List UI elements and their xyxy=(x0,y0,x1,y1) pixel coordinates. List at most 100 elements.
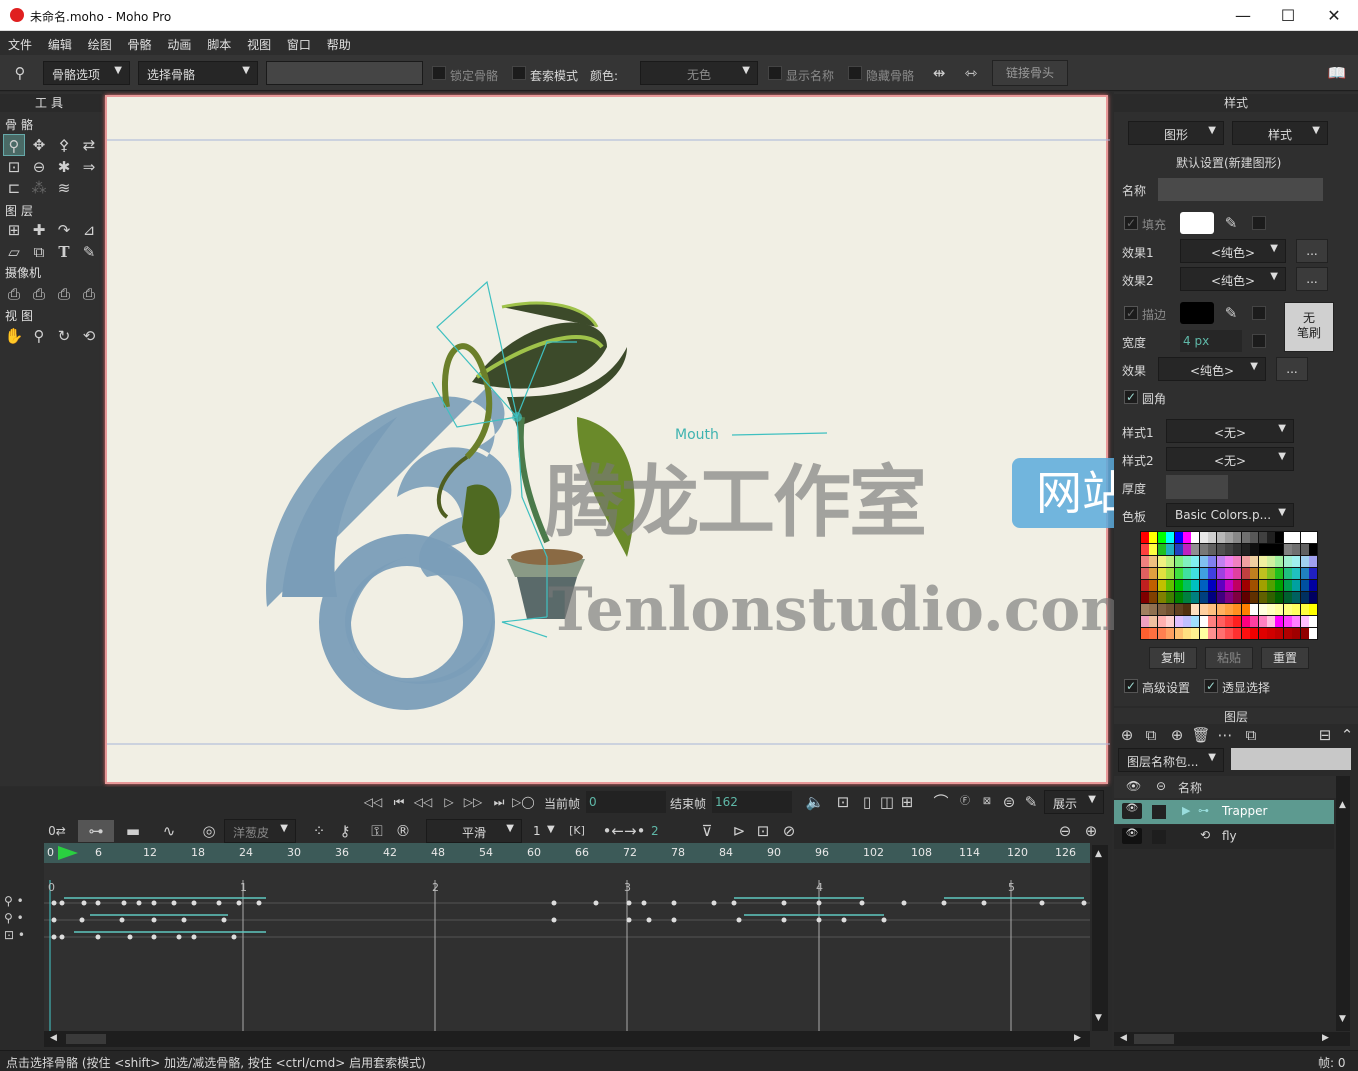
menu-bone[interactable]: 骨骼 xyxy=(128,31,152,53)
track-camera-tool-icon[interactable]: ⎙ xyxy=(3,283,25,305)
palette-swatch[interactable] xyxy=(1283,604,1292,615)
palette-swatch[interactable] xyxy=(1241,580,1250,591)
scale-layer-tool-icon[interactable]: ⊿ xyxy=(78,219,100,241)
expand-arrow-icon[interactable]: ▶ xyxy=(1182,804,1190,817)
current-frame-field[interactable]: 0 xyxy=(586,791,666,813)
manipulate-bones-tool-icon[interactable]: ⊖ xyxy=(28,156,50,178)
palette-swatch[interactable] xyxy=(1258,628,1267,639)
close-button[interactable]: ✕ xyxy=(1319,6,1349,25)
palette-swatch[interactable] xyxy=(1225,556,1233,567)
loop-icon[interactable]: ▷◯ xyxy=(512,791,535,813)
palette-swatch[interactable] xyxy=(1208,628,1217,639)
palette-swatch[interactable] xyxy=(1174,532,1183,543)
palette-swatch[interactable] xyxy=(1208,616,1217,627)
curve-icon[interactable]: ⌒ xyxy=(930,791,952,813)
palette-swatch[interactable] xyxy=(1267,628,1275,639)
palette-swatch[interactable] xyxy=(1141,592,1149,603)
bone-wind-tool-icon[interactable]: ≋ xyxy=(53,177,75,199)
mask-icon[interactable]: ⊜ xyxy=(998,791,1020,813)
palette-swatch[interactable] xyxy=(1183,532,1191,543)
palette-swatch[interactable] xyxy=(1275,544,1284,555)
palette-swatch[interactable] xyxy=(1183,616,1191,627)
palette-swatch[interactable] xyxy=(1174,604,1183,615)
palette-swatch[interactable] xyxy=(1208,532,1217,543)
fx-box-icon[interactable]: ⊠ xyxy=(976,791,998,813)
palette-swatch[interactable] xyxy=(1141,616,1149,627)
palette-swatch[interactable] xyxy=(1267,556,1275,567)
palette-swatch[interactable] xyxy=(1174,616,1183,627)
sequencer-icon[interactable]: 0⇄ xyxy=(46,820,68,842)
zoom-camera-tool-icon[interactable]: ⎙ xyxy=(28,283,50,305)
palette-swatch[interactable] xyxy=(1208,556,1217,567)
palette-swatch[interactable] xyxy=(1283,556,1292,567)
palette-swatch[interactable] xyxy=(1309,568,1317,579)
palette-swatch[interactable] xyxy=(1258,556,1267,567)
palette-swatch[interactable] xyxy=(1216,580,1225,591)
palette-swatch[interactable] xyxy=(1216,592,1225,603)
palette-swatch[interactable] xyxy=(1283,628,1292,639)
zoom-in-timeline-icon[interactable]: ⊕ xyxy=(1080,820,1102,842)
palette-swatch[interactable] xyxy=(1199,604,1208,615)
palette-swatch[interactable] xyxy=(1183,556,1191,567)
add-bone-tool-icon[interactable]: ⚴ xyxy=(53,134,75,156)
scroll-thumb[interactable] xyxy=(1134,1034,1174,1044)
flip-horizontal-icon[interactable]: ⇹ xyxy=(928,62,950,84)
palette-swatch[interactable] xyxy=(1309,616,1317,627)
interpolation-dropdown[interactable]: 平滑 ▼ xyxy=(426,819,522,843)
palette-swatch[interactable] xyxy=(1216,568,1225,579)
palette-swatch[interactable] xyxy=(1149,580,1158,591)
palette-swatch[interactable] xyxy=(1199,592,1208,603)
palette-swatch[interactable] xyxy=(1191,616,1200,627)
palette-swatch[interactable] xyxy=(1141,604,1149,615)
palette-swatch[interactable] xyxy=(1157,604,1166,615)
key-icon[interactable]: ⚿ xyxy=(366,820,388,842)
sequencer-view-icon[interactable]: ▬ xyxy=(118,820,148,842)
filter-icon[interactable]: ⊽ xyxy=(696,820,718,842)
effect1-dropdown[interactable]: <纯色> ▼ xyxy=(1180,239,1286,263)
palette-swatch[interactable] xyxy=(1174,556,1183,567)
fx-circle-icon[interactable]: Ⓕ xyxy=(954,791,976,813)
timeline-scroll-right[interactable]: ▶ xyxy=(1074,1033,1081,1043)
palette-swatch[interactable] xyxy=(1166,604,1175,615)
palette-swatch[interactable] xyxy=(1141,544,1149,555)
palette-swatch[interactable] xyxy=(1199,544,1208,555)
palette-swatch[interactable] xyxy=(1292,568,1301,579)
palette-swatch[interactable] xyxy=(1250,544,1259,555)
width-extra-checkbox[interactable] xyxy=(1252,334,1266,348)
palette-swatch[interactable] xyxy=(1300,556,1309,567)
show-names-checkbox[interactable] xyxy=(768,66,782,80)
palette-swatch[interactable] xyxy=(1258,544,1267,555)
hand-tool-icon[interactable]: ✋ xyxy=(3,325,25,347)
audio-icon[interactable]: 🔈 xyxy=(804,791,826,813)
palette-swatch[interactable] xyxy=(1241,616,1250,627)
step-back-icon[interactable]: ◁◁ xyxy=(412,791,434,813)
duplicate-layer-icon[interactable]: ⧉ xyxy=(1140,724,1162,746)
palette-swatch[interactable] xyxy=(1267,592,1275,603)
scroll-left-arrow[interactable]: ◀ xyxy=(1120,1033,1127,1043)
palette-swatch[interactable] xyxy=(1166,568,1175,579)
layers-scrollbar[interactable]: ▲ ▼ xyxy=(1336,776,1350,1031)
palette-swatch[interactable] xyxy=(1241,604,1250,615)
palette-swatch[interactable] xyxy=(1191,580,1200,591)
palette-swatch[interactable] xyxy=(1157,556,1166,567)
scroll-up-arrow[interactable]: ▲ xyxy=(1339,800,1346,810)
fill-extra-checkbox[interactable] xyxy=(1252,216,1266,230)
palette-swatch[interactable] xyxy=(1191,568,1200,579)
palette-swatch[interactable] xyxy=(1267,580,1275,591)
collapse-panel-icon[interactable]: ⌃ xyxy=(1336,724,1358,746)
palette-swatch[interactable] xyxy=(1191,592,1200,603)
layer-filter-dropdown[interactable]: 图层名称包... ▼ xyxy=(1118,748,1224,772)
record-r-icon[interactable]: ® xyxy=(392,820,414,842)
palette-swatch[interactable] xyxy=(1216,544,1225,555)
palette-swatch[interactable] xyxy=(1233,616,1242,627)
palette-swatch[interactable] xyxy=(1250,580,1259,591)
palette-swatch[interactable] xyxy=(1292,616,1301,627)
menu-animation[interactable]: 动画 xyxy=(167,31,191,53)
palette-swatch[interactable] xyxy=(1166,616,1175,627)
effect2-dropdown[interactable]: <纯色> ▼ xyxy=(1180,267,1286,291)
palette-swatch[interactable] xyxy=(1250,532,1259,543)
palette-swatch[interactable] xyxy=(1208,544,1217,555)
palette-swatch[interactable] xyxy=(1225,592,1233,603)
palette-swatch[interactable] xyxy=(1199,568,1208,579)
rewind-start-icon[interactable]: ◁◁ xyxy=(362,791,384,813)
